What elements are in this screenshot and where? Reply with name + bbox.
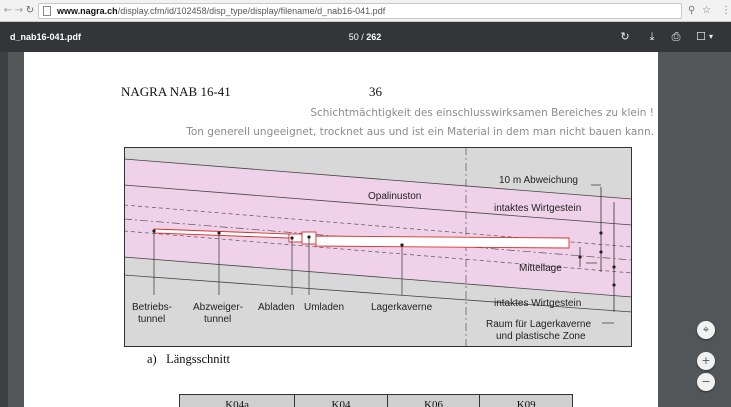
annotation-line-1: Schichtmächtigkeit des einschlusswirksam… (310, 107, 654, 119)
url-text: www.nagra.ch/display.cfm/id/102458/disp_… (57, 4, 385, 18)
table-header-row: K04a K04 K06 K09 (178, 394, 573, 407)
reload-icon[interactable]: ↻ (25, 3, 35, 19)
menu-icon[interactable]: ⋮ (721, 3, 731, 19)
label-abzweiger-2: tunnel (204, 314, 231, 325)
label-intakt-bottom: intaktes Wirtgestein (494, 298, 581, 309)
current-page[interactable]: 50 (349, 32, 359, 42)
back-arrow-icon[interactable]: ← (3, 3, 13, 19)
label-intakt-top: intaktes Wirtgestein (494, 203, 581, 214)
address-bar[interactable]: www.nagra.ch/display.cfm/id/102458/disp_… (38, 3, 682, 19)
url-host: www.nagra.ch (57, 6, 118, 16)
label-opalinuston: Opalinuston (368, 191, 421, 202)
total-pages: 262 (366, 32, 382, 42)
table-header-cell: K09 (479, 394, 573, 407)
label-betriebs-2: tunnel (138, 314, 165, 325)
forward-arrow-icon[interactable]: → (14, 3, 24, 19)
rotate-icon[interactable]: ↻ (618, 30, 632, 44)
url-path: /display.cfm/id/102458/disp_type/display… (117, 6, 386, 16)
table-header-cell: K04a (178, 394, 296, 407)
chevron-down-icon[interactable]: ▾ (706, 30, 716, 44)
label-raum-1: Raum für Lagerkaverne (486, 319, 591, 330)
star-icon[interactable]: ☆ (702, 3, 711, 19)
label-abzweiger-1: Abzweiger- (193, 302, 243, 313)
fit-page-icon[interactable]: ⌖ (697, 321, 715, 339)
label-lagerkaverne: Lagerkaverne (371, 302, 433, 313)
pdf-filename: d_nab16-041.pdf (10, 32, 82, 42)
label-umladen: Umladen (304, 302, 344, 313)
page-separator: / (361, 32, 364, 42)
label-abweichung: 10 m Abweichung (499, 175, 578, 186)
table-header-cell: K06 (386, 394, 481, 407)
annotation-line-2: Ton generell ungeeignet, trocknet aus un… (186, 126, 654, 138)
page-header: NAGRA NAB 16-41 (121, 84, 231, 99)
lagerkaverne-outline (315, 235, 570, 249)
table-header-cell: K04 (294, 394, 388, 407)
browser-toolbar: ← → ↻ www.nagra.ch/display.cfm/id/102458… (0, 0, 731, 22)
print-icon[interactable]: ⎙ (669, 30, 683, 44)
page-icon (43, 6, 51, 16)
download-icon[interactable]: ⤓ (645, 30, 659, 44)
pdf-toolbar: d_nab16-041.pdf 50 / 262 ↻ ⤓ ⎙ ☐ ▾ (0, 22, 731, 52)
page-indicator: 50 / 262 (320, 22, 410, 52)
label-betriebs-1: Betriebs- (132, 302, 172, 313)
zoom-in-icon[interactable]: + (697, 352, 715, 370)
zoom-out-icon[interactable]: − (697, 373, 715, 391)
zoom-icon[interactable]: ⚲ (688, 3, 695, 19)
sidebar-strip (0, 52, 8, 407)
data-table: K04a K04 K06 K09 (178, 394, 573, 407)
figure-caption: a) Längsschnitt (147, 352, 230, 366)
longitudinal-section-diagram: Opalinuston 10 m Abweichung intaktes Wir… (124, 147, 632, 347)
page-number: 36 (369, 84, 382, 99)
label-mittellage: Mittellage (519, 263, 562, 274)
label-raum-2: und plastische Zone (496, 331, 586, 342)
label-abladen: Abladen (258, 302, 295, 313)
pdf-page: NAGRA NAB 16-41 36 Schichtmächtigkeit de… (24, 52, 658, 407)
